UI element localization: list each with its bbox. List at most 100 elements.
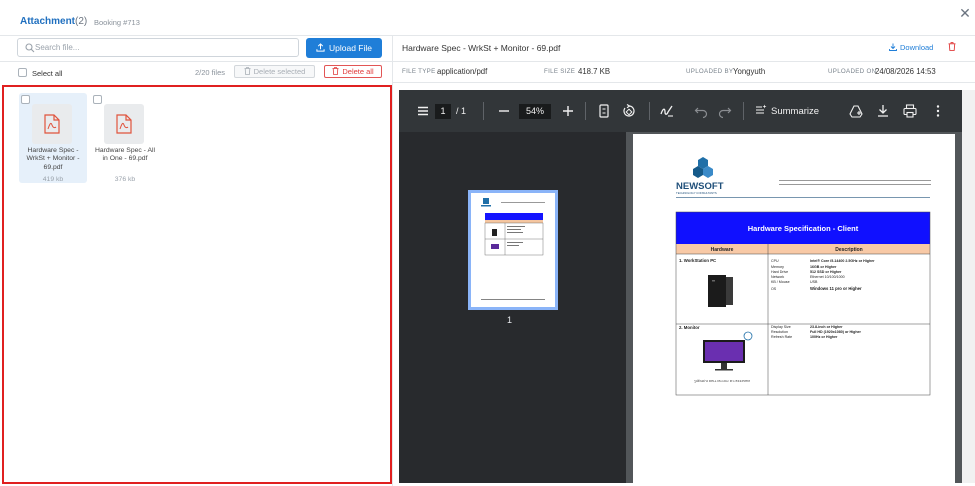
spec-value: 100Hz or Higher [810,335,838,339]
col-description: Description [835,247,863,253]
download-icon[interactable] [875,103,891,119]
trash-icon [244,67,251,75]
page-number-input[interactable]: 1 [435,104,451,119]
more-options-icon[interactable] [930,103,946,119]
newsoft-logo: NEWSOFT TECHNOLOGY CONSULTANTS [676,157,724,195]
page-total: / 1 [456,106,467,116]
spec-key: Network [771,275,784,279]
spec-key: KB / Mouse [771,280,790,284]
search-box [17,38,299,57]
delete-all-button[interactable]: Delete all [324,65,382,78]
delete-file-icon[interactable] [948,42,956,51]
files-count: 2/20 files [195,68,226,77]
select-all-checkbox[interactable] [18,68,27,77]
page-thumbnail[interactable] [468,190,558,310]
item1-label: 1. WorkStation PC [679,258,716,263]
spec-key: Hard Drive [771,270,788,274]
file-size-label: FILE SIZE [544,68,576,75]
item2-label: 2. Monitor [679,325,700,330]
spec-value: Full HD (1920x1080) or Higher [810,330,862,334]
upload-icon [316,43,325,52]
uploaded-by-label: UPLOADED BY [686,68,734,75]
pdf-viewer: 1 / 1 54% Summarize 1 NEWSOFT TECHNOLOGY… [399,90,962,483]
workstation-pc-image [708,275,733,307]
zoom-in-icon[interactable] [560,103,576,119]
download-label: Download [900,43,934,52]
download-link[interactable]: Download [889,43,933,52]
summarize-button[interactable]: Summarize [755,104,819,117]
header-divider [0,35,975,36]
uploaded-on-value: 24/08/2026 14:53 [875,67,936,76]
col-hardware: Hardware [711,247,734,253]
file-name: Hardware Spec - WrkSt + Monitor - 69.pdf [26,147,80,171]
preview-divider [392,61,975,62]
draw-icon[interactable] [659,103,675,119]
spec-value: Ethernet 10/100/1000 [810,275,845,279]
toolbar-separator [483,102,484,120]
thumbnail-page-number: 1 [507,315,513,325]
menu-icon[interactable] [415,103,431,119]
spec-value: 23.8-inch or Higher [810,325,843,329]
file-checkbox[interactable] [21,95,30,104]
pdf-file-icon [116,114,132,134]
spec-value: Intel® Core i5-14400 2.5GHz or Higher [810,259,875,263]
thumbnail-sidebar: 1 [399,132,626,483]
undo-icon[interactable] [693,103,709,119]
select-all-label[interactable]: Select all [32,69,62,78]
add-drive-icon[interactable] [848,103,864,119]
preview-file-name: Hardware Spec - WrkSt + Monitor - 69.pdf [402,43,561,53]
spec-value: USB [810,280,818,284]
summarize-label: Summarize [771,106,820,117]
spec-key: Resolution [771,330,788,334]
file-size: 376 kb [114,176,136,183]
pdf-toolbar: 1 / 1 54% Summarize [399,90,962,132]
spec-value: 512 SSD or Higher [810,270,842,274]
modal-title: Attachment [20,16,76,27]
monitor-image [703,331,753,371]
zoom-out-icon[interactable] [496,103,512,119]
summarize-icon [756,104,767,114]
fit-page-icon[interactable] [596,103,612,119]
toolbar-separator [743,102,744,120]
monitor-caption: รูปตัวอย่าง DELL Monitor Pro E2425HM [694,379,751,383]
spec-value: Windows 11 pro or Higher [810,286,862,291]
delete-selected-button[interactable]: Delete selected [234,65,315,78]
file-name: Hardware Spec - All in One - 69.pdf [94,147,156,163]
panel-divider [392,35,393,486]
download-icon [889,43,897,51]
file-card[interactable]: Hardware Spec - All in One - 69.pdf 376 … [91,93,159,183]
upload-file-button[interactable]: Upload File [306,38,382,58]
trash-icon [332,67,339,75]
spec-key: Display Size [771,325,791,329]
file-type-label: FILE TYPE [402,68,436,75]
delete-all-label: Delete all [342,67,374,76]
spec-key: Memory [771,265,784,269]
file-size-value: 418.7 KB [578,67,611,76]
booking-label: Booking #713 [94,18,140,27]
file-size: 419 kb [42,176,64,183]
file-grid: Hardware Spec - WrkSt + Monitor - 69.pdf… [2,85,392,484]
redo-icon[interactable] [717,103,733,119]
search-icon [25,43,35,53]
zoom-level[interactable]: 54% [519,104,551,119]
toolbar-separator [649,102,650,120]
uploaded-on-label: UPLOADED ON [828,68,877,75]
file-type-value: application/pdf [437,67,488,76]
upload-file-label: Upload File [329,43,372,53]
modal-header: Attachment (2) Booking #713 ✕ [0,0,975,36]
close-icon[interactable]: ✕ [958,6,972,20]
company-subtitle: TECHNOLOGY CONSULTANTS [676,191,717,195]
page-area: NEWSOFT TECHNOLOGY CONSULTANTS Hardware … [626,132,962,483]
viewer-scrollbar[interactable] [962,90,975,483]
file-thumbnail [104,104,144,144]
file-thumbnail [32,104,72,144]
toolbar-divider [0,61,392,62]
spec-title: Hardware Specification - Client [748,224,859,233]
search-input[interactable] [35,40,293,55]
rotate-icon[interactable] [621,103,637,119]
uploaded-by-value: Yongyuth [733,67,766,76]
file-checkbox[interactable] [93,95,102,104]
pdf-file-icon [44,114,60,134]
file-card[interactable]: Hardware Spec - WrkSt + Monitor - 69.pdf… [19,93,87,183]
print-icon[interactable] [902,103,918,119]
